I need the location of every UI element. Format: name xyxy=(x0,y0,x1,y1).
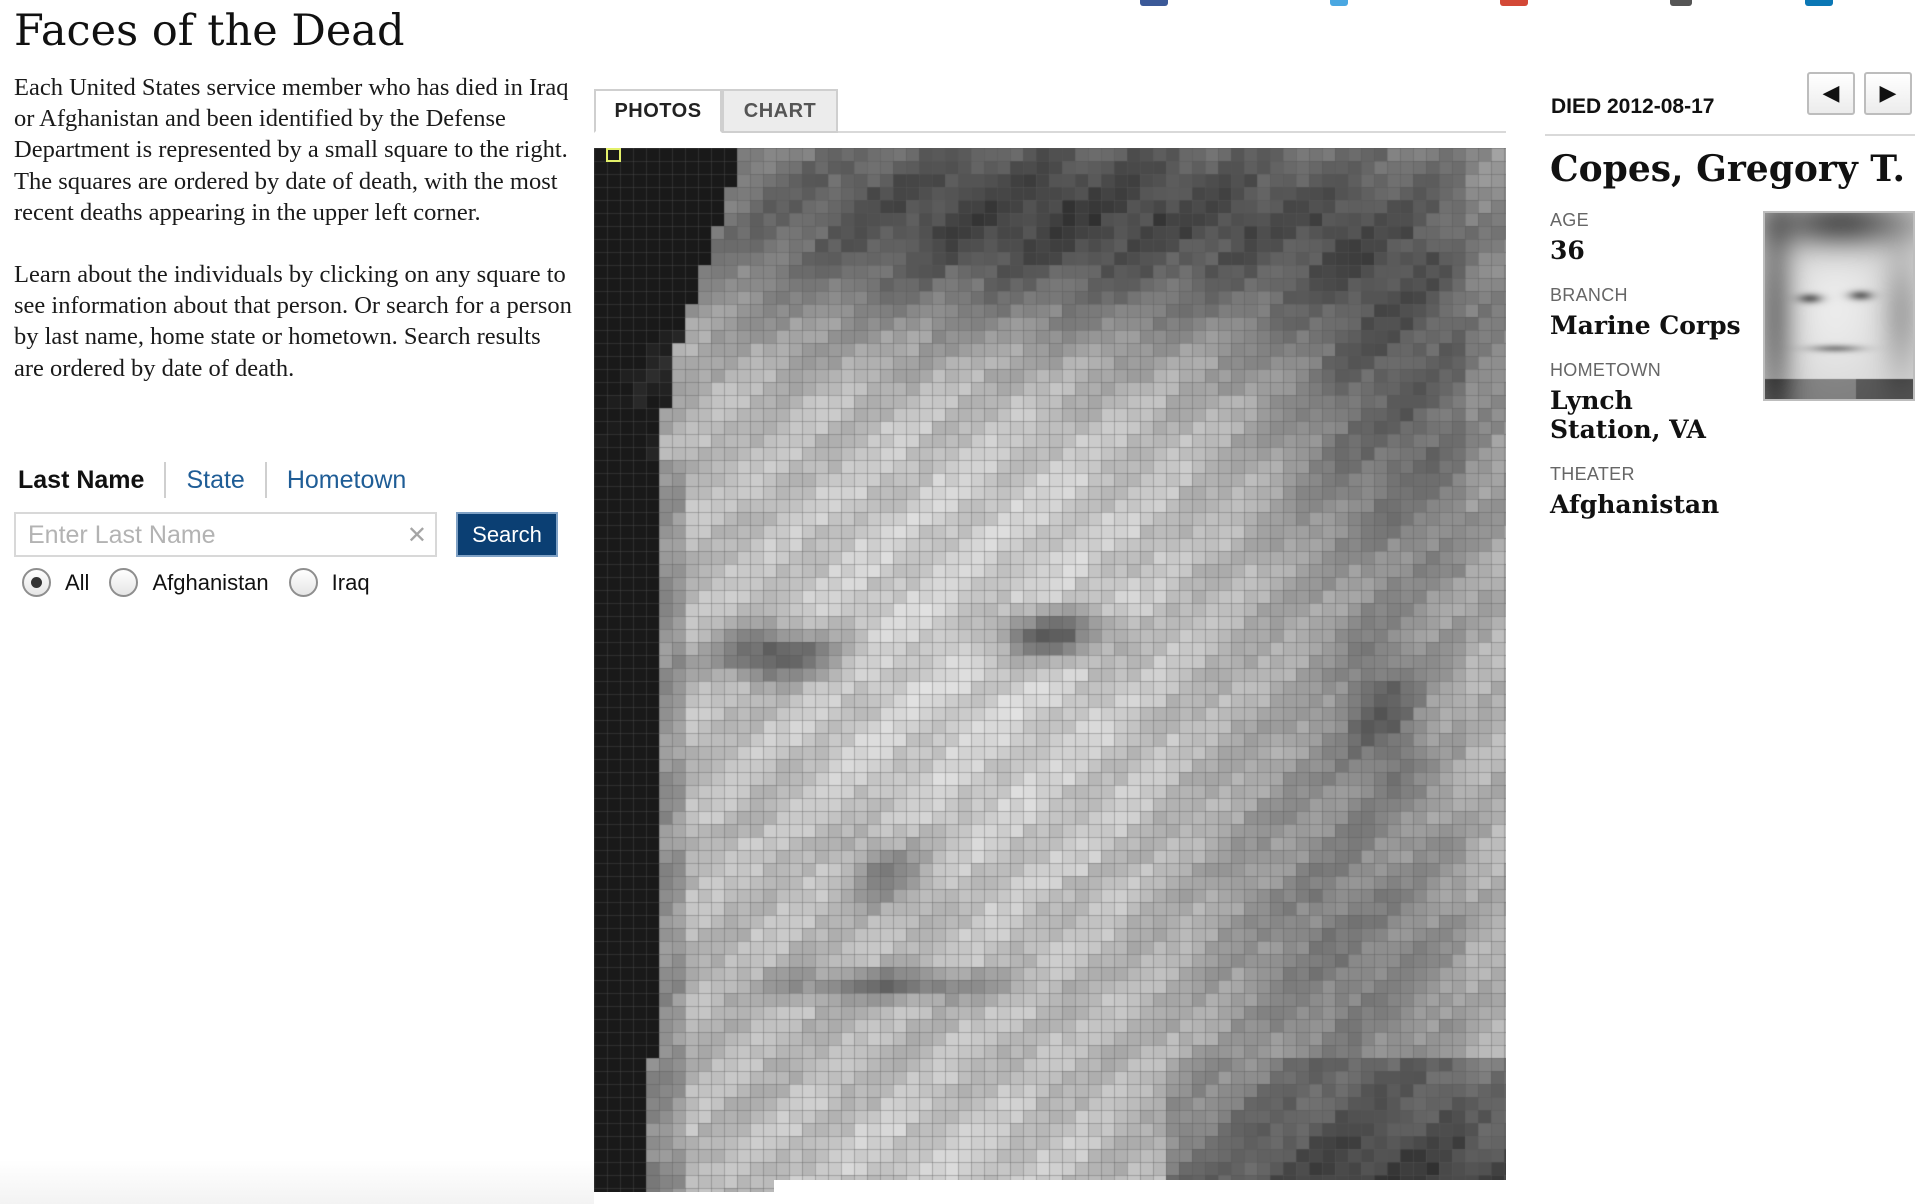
filter-label: All xyxy=(65,569,90,595)
facebook-share-icon[interactable] xyxy=(1140,0,1168,6)
tab-last-name[interactable]: Last Name xyxy=(18,462,164,498)
branch-label: BRANCH xyxy=(1550,285,1628,305)
close-icon[interactable]: ✕ xyxy=(407,520,427,550)
google-plus-share-icon[interactable] xyxy=(1500,0,1528,6)
hometown-label: HOMETOWN xyxy=(1550,360,1662,380)
portrait-canvas xyxy=(1765,213,1913,399)
linkedin-share-icon[interactable] xyxy=(1805,0,1833,6)
share-toolbar xyxy=(1140,0,1900,8)
photo-mosaic-grid[interactable] xyxy=(594,148,1506,1192)
person-details: AGE 36 BRANCH Marine Corps HOMETOWN Lync… xyxy=(1550,208,1750,537)
branch-value: Marine Corps xyxy=(1550,311,1741,340)
last-name-input[interactable] xyxy=(26,519,396,551)
tab-photos[interactable]: PHOTOS xyxy=(594,89,722,133)
twitter-share-icon[interactable] xyxy=(1330,0,1348,6)
radio-checked-icon[interactable] xyxy=(22,568,51,597)
date-of-death: DIED 2012-08-17 xyxy=(1545,92,1915,136)
tab-chart[interactable]: CHART xyxy=(722,89,838,133)
age-value: 36 xyxy=(1550,236,1585,265)
mosaic-empty-area xyxy=(774,1180,1506,1192)
theater-value: Afghanistan xyxy=(1550,490,1720,519)
search-mode-tabs: Last Name State Hometown xyxy=(18,460,426,500)
intro-panel: Faces of the Dead Each United States ser… xyxy=(14,0,574,597)
view-tabs: PHOTOS CHART xyxy=(594,89,1506,133)
service-member-photo xyxy=(1763,211,1915,401)
person-name: Copes, Gregory T. xyxy=(1550,148,1905,190)
radio-icon[interactable] xyxy=(288,568,318,597)
search-button[interactable]: Search xyxy=(456,512,558,557)
hometown-value: Lynch Station, VA xyxy=(1550,386,1706,444)
search-row: ✕ Search xyxy=(14,512,574,558)
filter-afghanistan[interactable]: Afghanistan xyxy=(109,568,269,597)
filter-label: Afghanistan xyxy=(152,569,269,595)
filter-iraq[interactable]: Iraq xyxy=(288,568,370,597)
age-label: AGE xyxy=(1550,210,1589,230)
theater-filter: All Afghanistan Iraq xyxy=(22,568,390,597)
tab-hometown[interactable]: Hometown xyxy=(264,462,427,498)
theater-label: THEATER xyxy=(1550,464,1635,484)
page-title: Faces of the Dead xyxy=(14,6,405,56)
mosaic-canvas[interactable] xyxy=(594,148,1506,1192)
page-footer-fade xyxy=(0,1160,594,1204)
tab-state[interactable]: State xyxy=(164,462,264,498)
filter-all[interactable]: All xyxy=(22,568,89,597)
intro-paragraph: Each United States service member who ha… xyxy=(14,74,569,226)
search-field: ✕ xyxy=(14,512,437,557)
intro-text: Each United States service member who ha… xyxy=(14,72,574,384)
radio-icon[interactable] xyxy=(109,568,139,597)
email-share-icon[interactable] xyxy=(1670,0,1692,6)
filter-label: Iraq xyxy=(331,569,370,595)
intro-paragraph: Learn about the individuals by clicking … xyxy=(14,261,572,382)
